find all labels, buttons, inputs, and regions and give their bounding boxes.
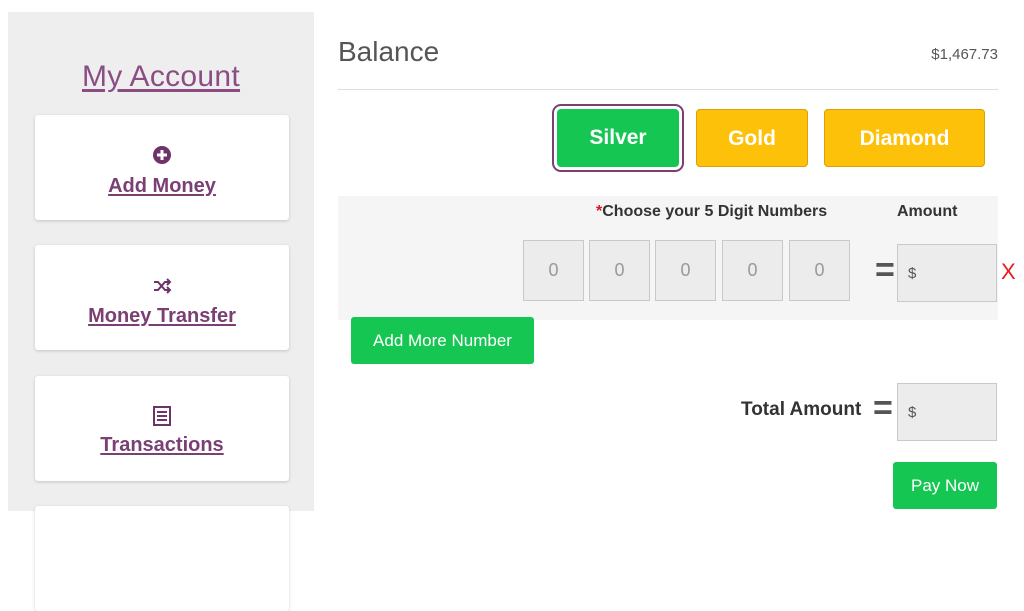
choose-numbers-heading: *Choose your 5 Digit Numbers [596,203,827,221]
sidebar-item-label: Transactions [100,434,224,456]
tier-diamond-button[interactable]: Diamond [824,109,985,167]
equals-sign: = [875,251,895,289]
sidebar-item-money-transfer[interactable]: Money Transfer [35,245,289,350]
currency-symbol: $ [908,404,917,421]
amount-input[interactable]: $ [897,244,997,302]
sidebar-title-link[interactable]: My Account [8,60,314,94]
digit-input-4[interactable]: 0 [722,240,783,301]
add-more-number-button[interactable]: Add More Number [351,317,534,364]
amount-heading: Amount [897,203,958,220]
digit-input-2[interactable]: 0 [589,240,650,301]
sidebar: My Account Add Money Money Transfer Tran… [8,12,314,611]
numbers-table-header: *Choose your 5 Digit Numbers Amount [338,196,998,228]
main-panel: Balance $1,467.73 Silver Gold Diamond *C… [338,0,998,511]
total-amount-label: Total Amount [741,399,862,420]
total-equals-sign: = [873,389,893,427]
shuffle-icon [35,278,289,299]
total-amount-field[interactable]: $ [897,383,997,441]
number-row: 0 0 0 0 0 = $ [338,228,998,320]
digit-input-3[interactable]: 0 [655,240,716,301]
sidebar-item-add-money[interactable]: Add Money [35,115,289,220]
digit-input-1[interactable]: 0 [523,240,584,301]
balance-value: $1,467.73 [931,46,998,63]
pay-now-button[interactable]: Pay Now [893,462,997,509]
sidebar-item-transactions[interactable]: Transactions [35,376,289,481]
sidebar-item-label: Add Money [108,175,216,197]
divider [338,89,998,90]
tier-gold-button[interactable]: Gold [696,109,808,167]
sidebar-item-label: Money Transfer [88,305,236,327]
remove-row-button[interactable]: X [1001,259,1016,285]
tier-silver-button[interactable]: Silver [552,104,684,172]
plus-circle-icon [35,145,289,170]
balance-label: Balance [338,36,440,67]
currency-symbol: $ [908,265,917,282]
choose-numbers-label: Choose your 5 Digit Numbers [602,203,828,220]
digit-input-5[interactable]: 0 [789,240,850,301]
sidebar-item-next[interactable] [35,506,289,611]
list-icon [35,406,289,431]
